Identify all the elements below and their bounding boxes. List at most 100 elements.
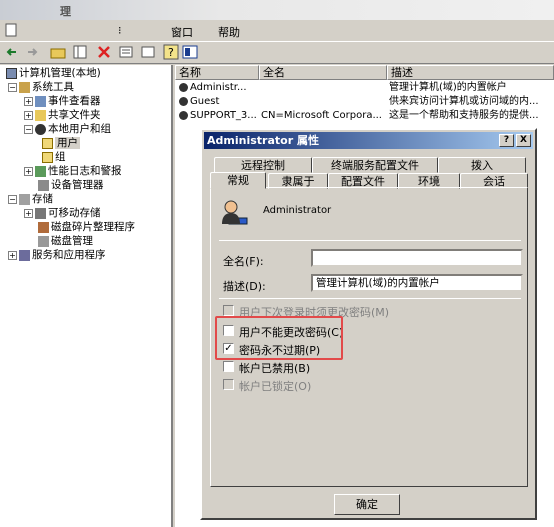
tab-general[interactable]: 常规: [210, 172, 266, 189]
help-icon[interactable]: ?: [163, 44, 179, 60]
tree-device-manager[interactable]: 设备管理器: [36, 179, 104, 192]
tree-groups[interactable]: 组: [40, 151, 66, 164]
col-header-description[interactable]: 描述: [387, 65, 554, 80]
user-icon: [179, 110, 188, 120]
account-disabled-checkbox[interactable]: [223, 361, 234, 372]
list-item[interactable]: Administr...: [177, 81, 259, 95]
menu-help[interactable]: 帮助: [218, 24, 240, 40]
tree-root-label: 计算机管理(本地): [19, 67, 101, 79]
title-bar: 理: [0, 0, 554, 20]
device-manager-icon: [38, 179, 49, 191]
user-fullname: [261, 95, 385, 109]
properties-icon[interactable]: [118, 44, 134, 60]
must-change-password-checkbox[interactable]: [223, 305, 234, 316]
disk-icon: [38, 235, 49, 247]
user-description: 管理计算机(域)的内置帐户: [389, 82, 507, 93]
folder-open-icon: [42, 137, 53, 149]
tree-shared-folders-label: 共享文件夹: [48, 109, 101, 121]
tree-groups-label: 组: [55, 151, 66, 163]
tab-terminal-services[interactable]: 终端服务配置文件: [312, 157, 438, 173]
tree-storage[interactable]: − 存储: [8, 193, 53, 206]
user-description: 这是一个帮助和支持服务的提供...: [389, 110, 539, 121]
refresh-icon[interactable]: [140, 44, 156, 60]
tab-dial-in[interactable]: 拨入: [438, 157, 526, 173]
expand-icon[interactable]: +: [24, 96, 33, 106]
collapse-icon[interactable]: −: [8, 194, 17, 204]
folder-icon: [42, 151, 53, 163]
services-icon: [19, 249, 30, 261]
password-never-expires-label: 密码永不过期(P): [239, 344, 321, 357]
user-avatar-icon: [219, 198, 249, 228]
window-title: 理: [60, 5, 71, 18]
tree-event-viewer[interactable]: + 事件查看器: [24, 95, 101, 108]
tree-defrag-label: 磁盘碎片整理程序: [51, 221, 135, 233]
description-label: 描述(D):: [223, 280, 266, 293]
dialog-titlebar[interactable]: Administrator 属性 ? X: [204, 132, 533, 149]
tree-storage-label: 存储: [32, 193, 53, 205]
tree-defrag[interactable]: 磁盘碎片整理程序: [36, 221, 135, 234]
expand-icon[interactable]: +: [24, 208, 33, 218]
users-icon: [35, 123, 46, 135]
fullname-field[interactable]: [311, 249, 523, 267]
description-field[interactable]: 管理计算机(域)的内置帐户: [311, 274, 523, 292]
toolbar: ?: [0, 42, 554, 64]
expand-icon[interactable]: +: [24, 110, 33, 120]
perf-log-icon: [35, 165, 46, 177]
tree-local-users-groups[interactable]: − 本地用户和组: [24, 123, 111, 136]
user-icon: [179, 82, 188, 92]
tree-event-viewer-label: 事件查看器: [48, 95, 101, 107]
user-icon: [179, 96, 188, 106]
removable-storage-icon: [35, 207, 46, 219]
user-fullname: CN=Microsoft Corpora...: [261, 110, 382, 121]
defrag-icon: [38, 221, 49, 233]
tree-users[interactable]: 用户: [40, 137, 80, 150]
storage-icon: [19, 193, 30, 205]
ok-button[interactable]: 确定: [334, 494, 400, 515]
tree-perf-logs[interactable]: + 性能日志和警报: [24, 165, 122, 178]
collapse-icon[interactable]: −: [24, 124, 33, 134]
col-header-fullname[interactable]: 全名: [259, 65, 387, 80]
col-header-name[interactable]: 名称: [175, 65, 259, 80]
tree-users-label: 用户: [55, 137, 80, 149]
user-fullname: [261, 81, 385, 95]
account-locked-checkbox[interactable]: [223, 379, 234, 390]
expand-icon[interactable]: +: [8, 250, 17, 260]
account-disabled-label: 帐户已禁用(B): [239, 362, 311, 375]
tree-removable-storage[interactable]: + 可移动存储: [24, 207, 101, 220]
menu-window[interactable]: 窗口: [171, 24, 193, 40]
up-folder-icon[interactable]: [50, 44, 66, 60]
tab-remote-control[interactable]: 远程控制: [214, 157, 312, 173]
delete-icon[interactable]: [96, 44, 112, 60]
tree-system-tools-label: 系统工具: [32, 81, 74, 93]
menu-bar: ⁝ 窗口 帮助: [0, 20, 554, 42]
file-icon[interactable]: [4, 23, 18, 37]
tree-system-tools[interactable]: − 系统工具: [8, 81, 74, 94]
list-item[interactable]: SUPPORT_3...: [177, 109, 259, 123]
tree-local-users-groups-label: 本地用户和组: [48, 123, 111, 135]
collapse-icon[interactable]: −: [8, 82, 17, 92]
forward-icon[interactable]: [24, 44, 40, 60]
account-locked-label: 帐户已锁定(O): [239, 380, 312, 393]
shared-folder-icon: [35, 109, 46, 121]
user-name: SUPPORT_3...: [190, 110, 257, 121]
computer-icon: [6, 67, 17, 79]
ellipsis-icon: ⁝: [118, 24, 122, 37]
user-name: Administr...: [190, 82, 247, 93]
tree-root[interactable]: 计算机管理(本地): [4, 67, 101, 80]
dialog-title: Administrator 属性: [207, 134, 319, 147]
close-button[interactable]: X: [516, 134, 531, 147]
separator: [219, 298, 521, 299]
event-viewer-icon: [35, 95, 46, 107]
tree-disk-mgmt[interactable]: 磁盘管理: [36, 235, 93, 248]
password-never-expires-checkbox[interactable]: ✓: [223, 343, 234, 354]
console-icon[interactable]: [182, 44, 198, 60]
tree-services-apps[interactable]: + 服务和应用程序: [8, 249, 106, 262]
show-tree-icon[interactable]: [72, 44, 88, 60]
list-item[interactable]: Guest: [177, 95, 259, 109]
back-icon[interactable]: [4, 44, 20, 60]
tree-shared-folders[interactable]: + 共享文件夹: [24, 109, 101, 122]
tree-device-manager-label: 设备管理器: [51, 179, 104, 191]
fullname-label: 全名(F):: [223, 255, 264, 268]
help-button[interactable]: ?: [499, 134, 514, 147]
expand-icon[interactable]: +: [24, 166, 33, 176]
